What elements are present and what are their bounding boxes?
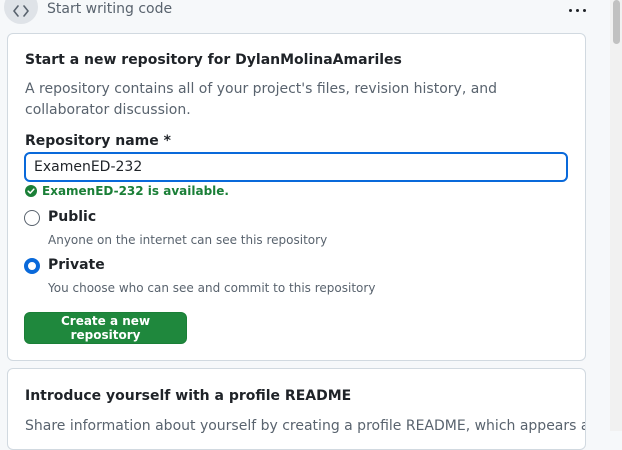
check-circle-icon <box>25 185 37 197</box>
scrollbar-thumb[interactable] <box>613 0 620 44</box>
readme-card-description: Share information about yourself by crea… <box>25 418 585 434</box>
repository-name-label: Repository name * <box>25 133 171 149</box>
availability-message: ExamenED-232 is available. <box>25 184 229 198</box>
section-title: Start writing code <box>47 1 173 17</box>
private-label[interactable]: Private <box>48 257 105 273</box>
new-repository-card: Start a new repository for DylanMolinaAm… <box>7 33 586 361</box>
public-description: Anyone on the internet can see this repo… <box>48 233 328 247</box>
scrollbar-track[interactable] <box>610 0 622 431</box>
readme-card-title: Introduce yourself with a profile README <box>25 388 352 404</box>
code-icon <box>4 0 38 24</box>
profile-readme-card: Introduce yourself with a profile README… <box>7 368 586 450</box>
private-description: You choose who can see and commit to thi… <box>48 281 376 295</box>
repository-name-input[interactable] <box>24 152 568 182</box>
create-repository-button[interactable]: Create a new repository <box>24 312 187 344</box>
private-radio[interactable] <box>24 258 40 274</box>
card-title: Start a new repository for DylanMolinaAm… <box>25 52 402 68</box>
public-radio[interactable] <box>24 210 40 226</box>
section-header: Start writing code <box>0 0 610 24</box>
public-label[interactable]: Public <box>48 209 96 225</box>
card-description: A repository contains all of your projec… <box>25 81 498 118</box>
availability-text: ExamenED-232 is available. <box>42 184 229 198</box>
kebab-horizontal-icon[interactable] <box>567 2 589 18</box>
